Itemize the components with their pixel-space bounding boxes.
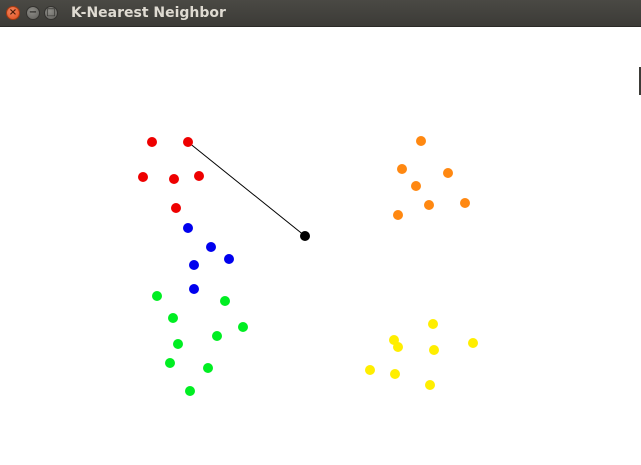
blue-point: [206, 242, 216, 252]
app-window: × − □ K-Nearest Neighbor: [0, 0, 641, 465]
green-point: [152, 291, 162, 301]
green-point: [173, 339, 183, 349]
blue-point: [189, 260, 199, 270]
yellow-point: [390, 369, 400, 379]
yellow-point: [429, 345, 439, 355]
green-point: [203, 363, 213, 373]
blue-point: [189, 284, 199, 294]
yellow-point: [428, 319, 438, 329]
maximize-button[interactable]: □: [44, 6, 58, 20]
minimize-icon: −: [28, 7, 38, 18]
red-point: [138, 172, 148, 182]
red-point: [171, 203, 181, 213]
title-bar[interactable]: × − □ K-Nearest Neighbor: [0, 0, 641, 27]
close-icon: ×: [8, 7, 18, 18]
blue-point: [224, 254, 234, 264]
maximize-icon: □: [46, 7, 56, 18]
green-point: [168, 313, 178, 323]
knn-canvas[interactable]: [0, 27, 638, 465]
green-point: [220, 296, 230, 306]
orange-point: [416, 136, 426, 146]
green-point: [185, 386, 195, 396]
yellow-point: [393, 342, 403, 352]
query-point: [300, 231, 310, 241]
green-point: [212, 331, 222, 341]
orange-point: [393, 210, 403, 220]
orange-point: [460, 198, 470, 208]
yellow-point: [425, 380, 435, 390]
orange-point: [443, 168, 453, 178]
green-point: [238, 322, 248, 332]
orange-point: [397, 164, 407, 174]
red-point: [183, 137, 193, 147]
close-button[interactable]: ×: [6, 6, 20, 20]
window-title: K-Nearest Neighbor: [71, 5, 226, 21]
blue-point: [183, 223, 193, 233]
red-point: [194, 171, 204, 181]
yellow-point: [468, 338, 478, 348]
orange-point: [411, 181, 421, 191]
nearest-neighbor-line: [187, 141, 306, 237]
minimize-button[interactable]: −: [26, 6, 40, 20]
green-point: [165, 358, 175, 368]
red-point: [169, 174, 179, 184]
yellow-point: [365, 365, 375, 375]
red-point: [147, 137, 157, 147]
orange-point: [424, 200, 434, 210]
